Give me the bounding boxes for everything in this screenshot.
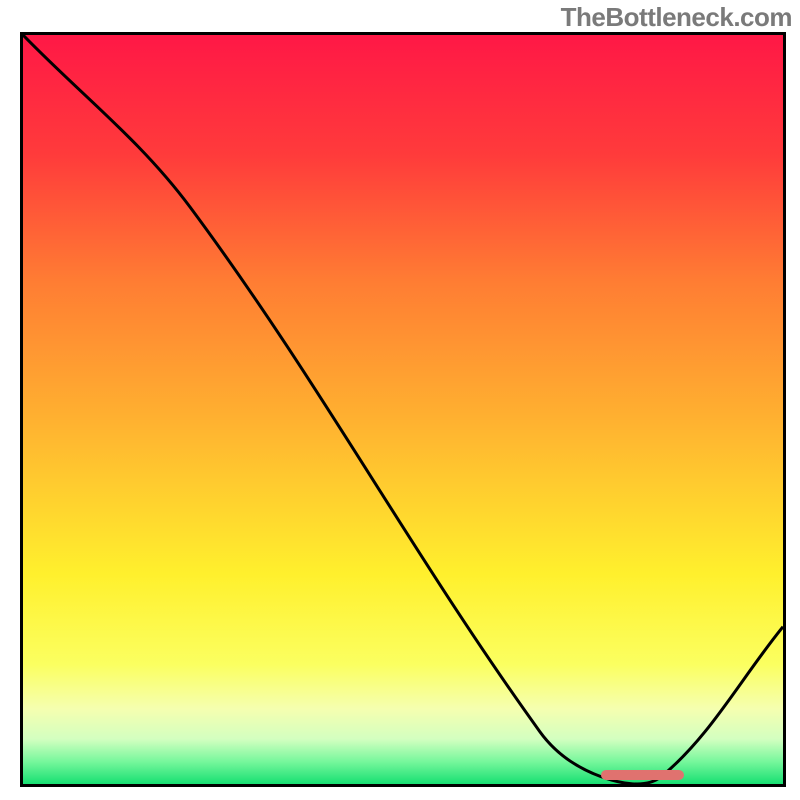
- plot-frame: [20, 32, 786, 787]
- curve-layer: [23, 35, 783, 784]
- bottleneck-chart: TheBottleneck.com: [0, 0, 800, 800]
- watermark-text: TheBottleneck.com: [561, 2, 792, 33]
- plot-area: [23, 35, 783, 784]
- bottleneck-curve: [23, 35, 783, 784]
- optimal-marker: [601, 770, 685, 780]
